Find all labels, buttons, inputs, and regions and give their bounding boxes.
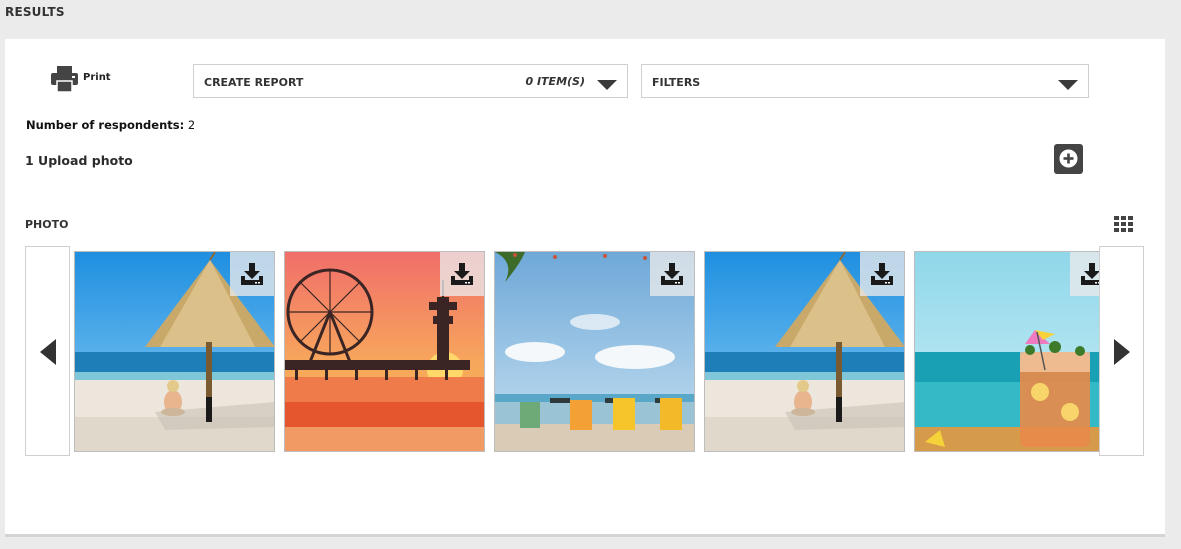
download-icon: [241, 263, 263, 285]
filters-label: FILTERS: [652, 76, 701, 89]
question-title: 1 Upload photo: [25, 153, 133, 168]
download-button[interactable]: [230, 252, 274, 296]
photo-carousel: [70, 246, 1104, 456]
caret-left-icon: [40, 339, 56, 365]
download-button[interactable]: [650, 252, 694, 296]
results-panel: Print CREATE REPORT 0 ITEM(S) FILTERS Nu…: [5, 39, 1165, 535]
report-item-count: 0 ITEM(S): [525, 75, 585, 88]
grid-view-button[interactable]: [1114, 216, 1134, 234]
download-button[interactable]: [860, 252, 904, 296]
photo-thumbnail[interactable]: [704, 251, 905, 452]
chevron-down-icon: [597, 80, 617, 90]
filters-dropdown[interactable]: FILTERS: [641, 64, 1089, 98]
printer-icon: [51, 66, 78, 92]
chevron-down-icon: [1058, 80, 1078, 90]
page-title: RESULTS: [5, 5, 65, 19]
download-button[interactable]: [440, 252, 484, 296]
caret-right-icon: [1114, 339, 1130, 365]
photo-thumbnail[interactable]: [494, 251, 695, 452]
respondents-count: Number of respondents: 2: [26, 118, 195, 132]
download-icon: [451, 263, 473, 285]
add-button[interactable]: [1054, 144, 1083, 174]
download-icon: [661, 263, 683, 285]
carousel-prev-button[interactable]: [25, 246, 70, 456]
respondents-value: 2: [187, 118, 196, 132]
panel-shadow: [5, 534, 1165, 537]
photo-thumbnail[interactable]: [284, 251, 485, 452]
download-icon: [871, 263, 893, 285]
photo-section-title: PHOTO: [25, 218, 69, 231]
respondents-label: Number of respondents:: [26, 118, 185, 132]
create-report-label: CREATE REPORT: [204, 76, 304, 89]
photo-thumbnail[interactable]: [914, 251, 1104, 452]
print-label: Print: [83, 72, 111, 83]
create-report-dropdown[interactable]: CREATE REPORT 0 ITEM(S): [193, 64, 628, 98]
print-button[interactable]: Print: [51, 65, 121, 95]
photo-thumbnail[interactable]: [74, 251, 275, 452]
plus-circle-icon: [1059, 149, 1078, 168]
carousel-next-button[interactable]: [1099, 246, 1144, 456]
grid-view-icon: [1114, 216, 1133, 232]
